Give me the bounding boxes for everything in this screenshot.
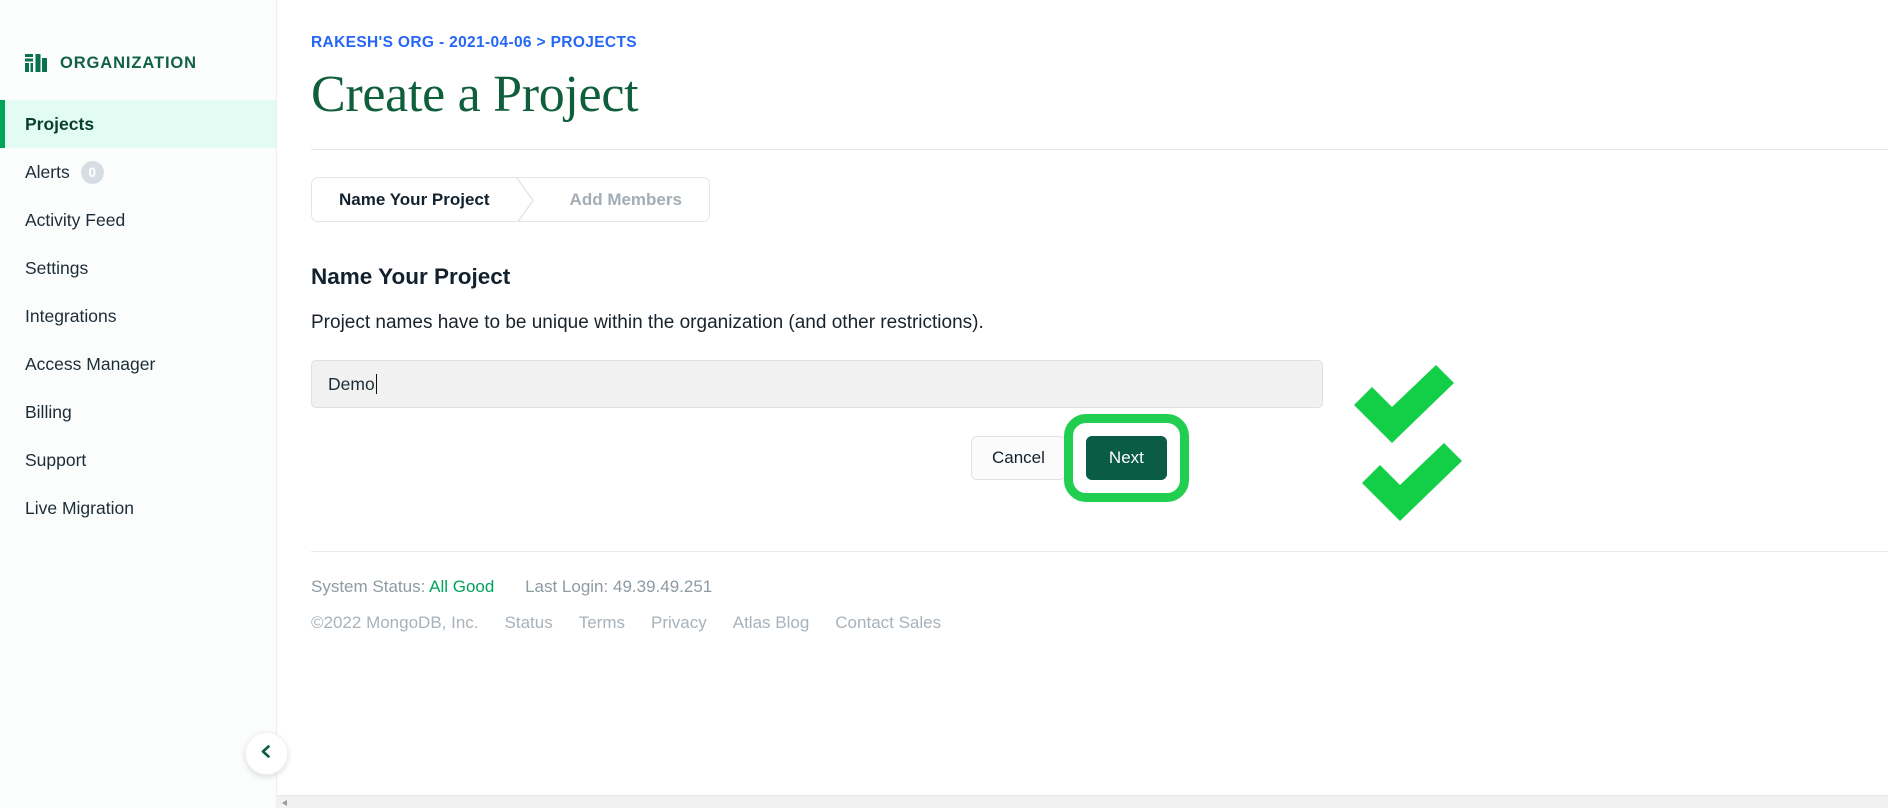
main-content: RAKESH'S ORG - 2021-04-06 > PROJECTS Cre… [277, 0, 1888, 808]
footer-status-line: System Status: All Good Last Login: 49.3… [311, 577, 1888, 597]
sidebar-item-alerts[interactable]: Alerts 0 [0, 148, 276, 196]
sidebar-item-label: Support [25, 449, 87, 470]
sidebar-item-live-migration[interactable]: Live Migration [0, 484, 276, 532]
footer: System Status: All Good Last Login: 49.3… [311, 551, 1888, 633]
page-title: Create a Project [311, 66, 639, 123]
chevron-left-icon [259, 744, 274, 764]
last-login-label: Last Login: [525, 577, 609, 596]
tab-name-your-project[interactable]: Name Your Project [312, 178, 517, 222]
footer-link-privacy[interactable]: Privacy [651, 613, 707, 633]
cancel-button[interactable]: Cancel [971, 436, 1066, 481]
sidebar-item-support[interactable]: Support [0, 436, 276, 484]
form-actions: Cancel Next [311, 414, 1323, 503]
footer-link-atlas-blog[interactable]: Atlas Blog [733, 613, 810, 633]
title-divider [311, 149, 1888, 151]
tab-add-members[interactable]: Add Members [542, 178, 709, 222]
system-status-value[interactable]: All Good [429, 577, 494, 596]
footer-link-terms[interactable]: Terms [579, 613, 625, 633]
sidebar-item-label: Billing [25, 401, 72, 422]
sidebar-collapse-button[interactable] [245, 732, 288, 775]
sidebar-item-label: Settings [25, 257, 89, 278]
organization-header: ORGANIZATION [0, 46, 276, 80]
footer-links: ©2022 MongoDB, Inc. Status Terms Privacy… [311, 613, 1888, 633]
text-caret [375, 374, 378, 395]
sidebar-item-integrations[interactable]: Integrations [0, 292, 276, 340]
footer-divider [311, 551, 1888, 552]
sidebar-item-settings[interactable]: Settings [0, 244, 276, 292]
footer-link-status[interactable]: Status [505, 613, 553, 633]
cancel-button-label: Cancel [992, 448, 1045, 468]
sidebar-item-label: Integrations [25, 305, 117, 326]
wizard-tabs: Name Your Project Add Members [311, 177, 710, 223]
footer-link-contact-sales[interactable]: Contact Sales [835, 613, 941, 633]
system-status-label: System Status: [311, 577, 426, 596]
sidebar-item-label: Activity Feed [25, 209, 126, 230]
next-button[interactable]: Next [1085, 436, 1167, 481]
organization-icon [25, 54, 47, 72]
last-login-value: 49.39.49.251 [612, 577, 713, 596]
sidebar-item-label: Alerts [25, 161, 70, 182]
project-name-value: Demo [328, 373, 375, 394]
next-button-wrapper: Next [1063, 414, 1189, 503]
sidebar: ORGANIZATION Projects Alerts 0 Activity … [0, 0, 288, 808]
tab-label: Name Your Project [339, 189, 490, 209]
footer-copyright: ©2022 MongoDB, Inc. [311, 613, 479, 632]
sidebar-item-label: Access Manager [25, 353, 156, 374]
section-description: Project names have to be unique within t… [311, 312, 984, 334]
sidebar-item-label: Projects [25, 113, 95, 134]
alerts-count-badge: 0 [80, 160, 104, 184]
scroll-left-arrow-icon[interactable] [279, 797, 290, 808]
organization-label: ORGANIZATION [60, 53, 197, 72]
sidebar-item-access-manager[interactable]: Access Manager [0, 340, 276, 388]
atlas-create-project-page: ORGANIZATION Projects Alerts 0 Activity … [0, 0, 1888, 808]
tab-label: Add Members [569, 189, 682, 209]
horizontal-scrollbar[interactable] [277, 795, 1888, 808]
sidebar-nav: Projects Alerts 0 Activity Feed Settings… [0, 100, 276, 532]
tab-separator-chevron-icon [515, 178, 543, 222]
breadcrumb[interactable]: RAKESH'S ORG - 2021-04-06 > PROJECTS [311, 34, 1888, 52]
next-button-label: Next [1108, 448, 1144, 468]
sidebar-item-projects[interactable]: Projects [0, 100, 276, 148]
section-title: Name Your Project [311, 264, 511, 290]
sidebar-item-billing[interactable]: Billing [0, 388, 276, 436]
project-name-input[interactable]: Demo [311, 360, 1323, 409]
sidebar-item-label: Live Migration [25, 497, 134, 518]
sidebar-item-activity-feed[interactable]: Activity Feed [0, 196, 276, 244]
